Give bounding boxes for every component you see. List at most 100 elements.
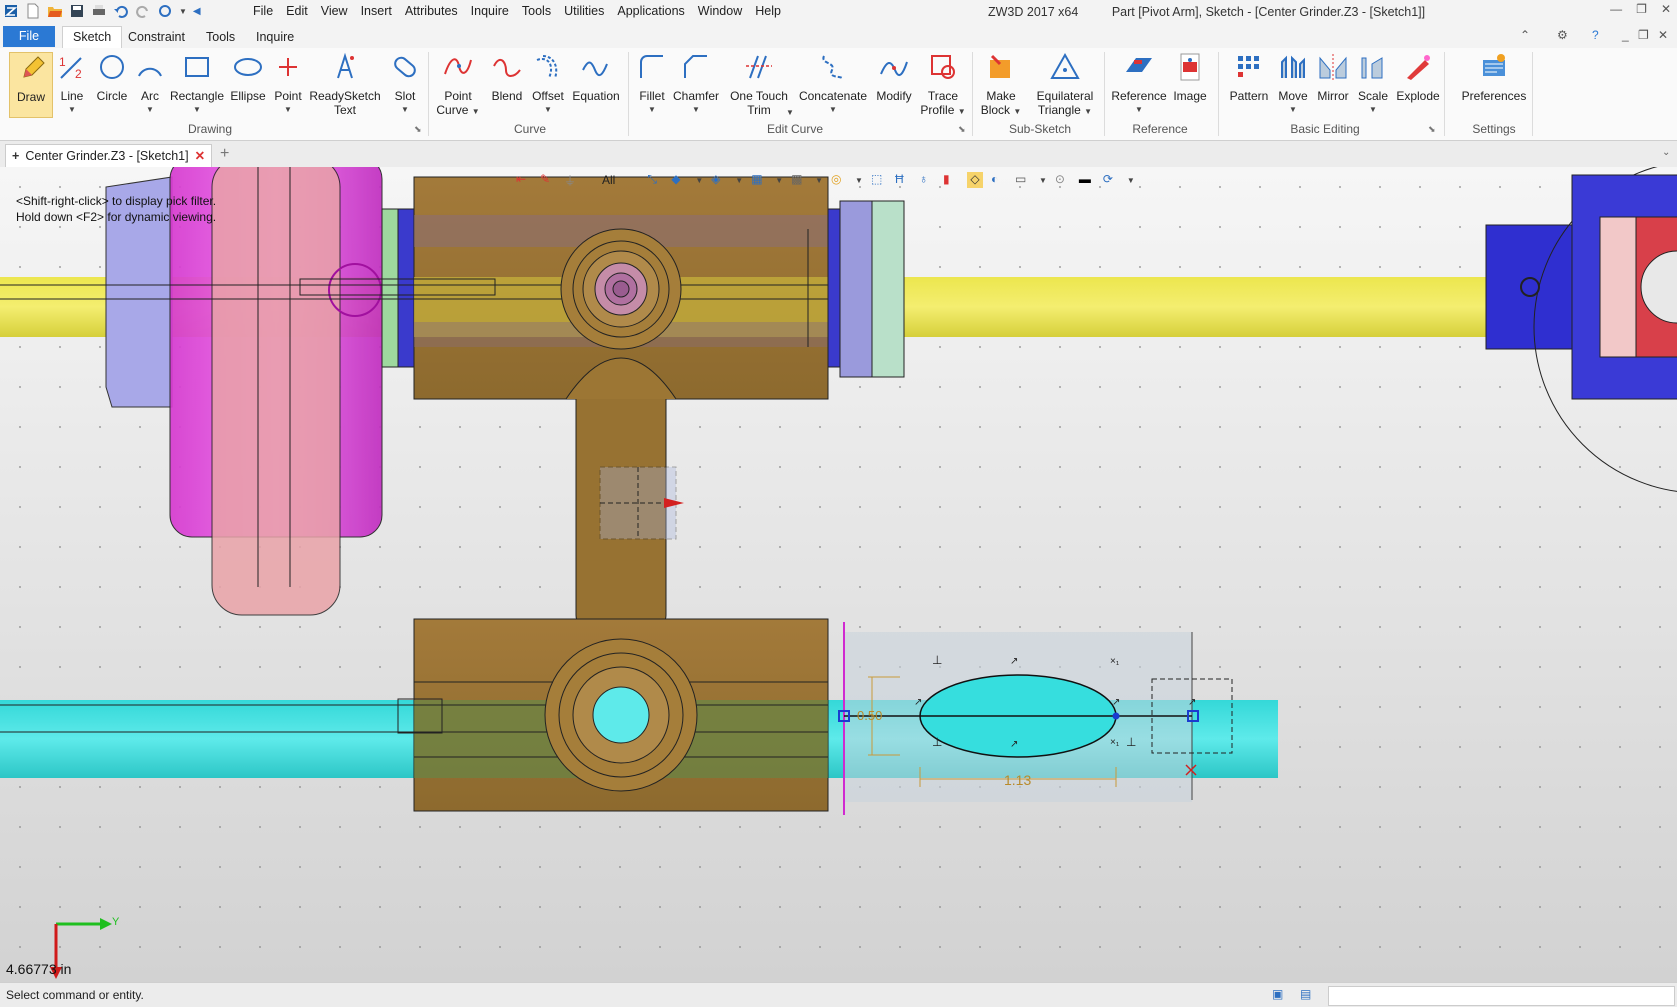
one-touch-trim-button[interactable]: One Touch Trim [728, 52, 790, 117]
menu-tools[interactable]: Tools [522, 4, 551, 18]
chevron-down-icon[interactable]: ▼ [855, 176, 863, 185]
tab-tools[interactable]: Tools [196, 27, 245, 47]
gear-icon[interactable]: ⚙ [1557, 28, 1568, 42]
tangent-constraint-icon[interactable]: ↗ [1010, 656, 1018, 667]
spacer-ring[interactable] [871, 200, 905, 378]
new-file-icon[interactable] [25, 3, 41, 19]
constraint-display-icon[interactable]: ♁ [919, 172, 935, 188]
chevron-down-icon[interactable]: ▼ [1084, 107, 1092, 116]
graphics-viewport[interactable]: ⊥ ⊥ ⊥ ×₁ ×₁ ↗ ↗ ↗ ↗ ↗ <Shift-right-click… [0, 167, 1677, 982]
slot-button[interactable]: Slot ▼ [387, 52, 423, 117]
print-icon[interactable] [91, 3, 107, 19]
restore-icon[interactable]: ❐ [1638, 28, 1649, 42]
tab-constraint[interactable]: Constraint [118, 27, 195, 47]
restore-icon[interactable]: ❐ [1636, 2, 1647, 16]
help-icon[interactable]: ? [1592, 28, 1599, 42]
redo-icon[interactable] [135, 3, 151, 19]
menu-file[interactable]: File [253, 4, 273, 18]
pick-filter-select[interactable]: All [602, 173, 615, 187]
chevron-down-icon[interactable]: ▼ [472, 107, 480, 116]
refresh-icon[interactable] [157, 3, 173, 19]
chevron-down-icon[interactable]: ▼ [1274, 103, 1312, 117]
selection-icon[interactable]: ⊙ [1055, 172, 1071, 188]
list-icon[interactable]: ▤ [1300, 987, 1311, 1001]
image-button[interactable]: Image [1170, 52, 1210, 103]
make-block-button[interactable]: Make Block ▼ [978, 52, 1024, 119]
blue-housing-block[interactable] [1485, 224, 1579, 350]
monitor-icon[interactable]: ▭ [1015, 172, 1031, 188]
tab-inquire[interactable]: Inquire [246, 27, 304, 47]
rotate-icon[interactable]: ⟳ [1103, 172, 1119, 188]
trace-profile-button[interactable]: Trace Profile ▼ [920, 52, 966, 119]
cad-model-canvas[interactable]: ⊥ ⊥ ⊥ ×₁ ×₁ ↗ ↗ ↗ ↗ ↗ [0, 167, 1677, 982]
tangent-constraint-icon[interactable]: ↗ [1010, 739, 1018, 750]
chevron-down-icon[interactable]: ▼ [1013, 107, 1021, 116]
render-mode-icon[interactable]: ◈ [711, 172, 727, 188]
readysketch-text-button[interactable]: ReadySketch Text [309, 52, 381, 117]
blue-collar-left[interactable] [397, 208, 415, 368]
circle-button[interactable]: Circle [92, 52, 132, 103]
menu-applications[interactable]: Applications [617, 4, 684, 18]
exit-icon[interactable]: ⇤ [516, 172, 532, 188]
dimension-length-label[interactable]: 1.13 [1004, 772, 1031, 788]
reference-button[interactable]: Reference ▼ [1110, 52, 1168, 117]
draw-button[interactable]: Draw [9, 52, 53, 118]
chevron-down-icon[interactable]: ▼ [695, 176, 703, 185]
minimize-icon[interactable]: _ [1622, 28, 1629, 42]
open-file-icon[interactable] [47, 3, 63, 19]
mirror-button[interactable]: Mirror [1312, 52, 1354, 103]
save-icon[interactable] [69, 3, 85, 19]
pick-icon[interactable]: ⤡ [647, 172, 663, 188]
chevron-down-icon[interactable]: ▼ [134, 103, 166, 117]
ellipse-vertex-point[interactable] [1112, 712, 1120, 720]
menu-view[interactable]: View [321, 4, 348, 18]
chevron-down-icon[interactable]: ▼ [1039, 176, 1047, 185]
concatenate-button[interactable]: Concatenate ▼ [798, 52, 868, 117]
grid-icon[interactable]: ▩ [791, 172, 807, 188]
erase-icon[interactable]: ✎ [540, 172, 556, 188]
tangent-constraint-icon[interactable]: ↗ [1188, 697, 1196, 708]
tangent-constraint-icon[interactable]: ↗ [914, 697, 922, 708]
upper-bearing[interactable] [560, 228, 682, 350]
command-input[interactable] [1328, 986, 1675, 1006]
offset-button[interactable]: Offset ▼ [528, 52, 568, 117]
tab-sketch[interactable]: Sketch [62, 26, 123, 49]
menu-window[interactable]: Window [698, 4, 742, 18]
tab-file[interactable]: File [3, 26, 55, 47]
dialog-launcher-icon[interactable]: ⬊ [958, 124, 966, 135]
display-icon[interactable]: ◐ [991, 172, 1007, 188]
perpendicular-constraint-icon[interactable]: ⊥ [1126, 735, 1136, 749]
equal-constraint-icon[interactable]: ×₁ [1110, 737, 1120, 748]
chevron-down-icon[interactable]: ▼ [672, 103, 720, 117]
document-tab[interactable]: + Center Grinder.Z3 - [Sketch1] ✕ [5, 144, 213, 167]
view-layout-icon[interactable]: ▦ [751, 172, 767, 188]
chevron-down-icon[interactable]: ▼ [775, 176, 783, 185]
menu-attributes[interactable]: Attributes [405, 4, 458, 18]
point-curve-button[interactable]: Point Curve ▼ [436, 52, 480, 119]
equal-constraint-icon[interactable]: ×₁ [1110, 656, 1120, 667]
equation-button[interactable]: Equation [570, 52, 622, 103]
equilateral-triangle-button[interactable]: Equilateral Triangle ▼ [1030, 52, 1100, 119]
view-cube-icon[interactable]: ◆ [671, 172, 687, 188]
dialog-launcher-icon[interactable]: ⬊ [414, 124, 422, 135]
new-tab-icon[interactable]: + [220, 145, 229, 163]
chamfer-button[interactable]: Chamfer ▼ [672, 52, 720, 117]
chevron-down-icon[interactable]: ▼ [168, 103, 226, 117]
chevron-down-icon[interactable]: ▼ [798, 103, 868, 117]
chevron-down-icon[interactable]: ▼ [815, 176, 823, 185]
tab-list-icon[interactable]: ⌄ [1662, 147, 1670, 158]
chevron-down-icon[interactable]: ▼ [958, 107, 966, 116]
dimension-icon[interactable]: Ħ [895, 172, 911, 188]
pattern-button[interactable]: Pattern [1224, 52, 1274, 103]
menu-inquire[interactable]: Inquire [471, 4, 509, 18]
menu-utilities[interactable]: Utilities [564, 4, 604, 18]
filter-icon[interactable]: ⏚ [564, 172, 580, 188]
chevron-down-icon[interactable]: ▼ [387, 103, 423, 117]
menu-insert[interactable]: Insert [361, 4, 392, 18]
chevron-down-icon[interactable]: ▼ [54, 103, 90, 117]
chevron-up-icon[interactable]: ⌃ [1520, 28, 1530, 42]
pink-tube[interactable] [211, 167, 341, 616]
blend-button[interactable]: Blend [488, 52, 526, 103]
chevron-down-icon[interactable]: ▼ [1354, 103, 1392, 117]
scale-button[interactable]: Scale ▼ [1354, 52, 1392, 117]
